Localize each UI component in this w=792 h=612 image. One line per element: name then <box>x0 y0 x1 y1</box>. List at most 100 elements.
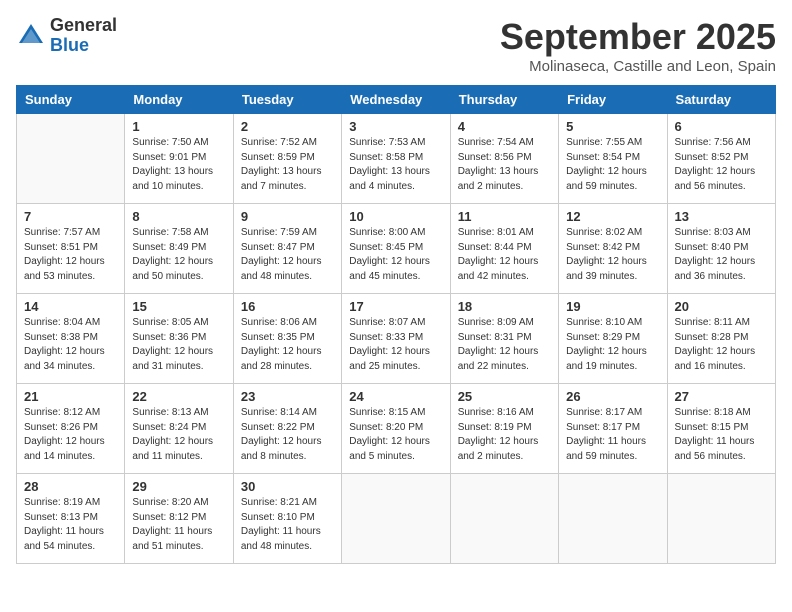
calendar-cell: 28 Sunrise: 8:19 AMSunset: 8:13 PMDayligh… <box>17 474 125 564</box>
col-saturday: Saturday <box>667 86 775 114</box>
calendar-cell <box>667 474 775 564</box>
day-number: 6 <box>675 119 768 134</box>
day-number: 10 <box>349 209 442 224</box>
calendar-body: 1 Sunrise: 7:50 AMSunset: 9:01 PMDaylight… <box>17 114 776 564</box>
calendar-cell: 25Sunrise: 8:16 AMSunset: 8:19 PMDayligh… <box>450 384 558 474</box>
logo-general: General <box>50 16 117 36</box>
day-number: 15 <box>132 299 225 314</box>
day-content: Sunrise: 7:58 AMSunset: 8:49 PMDaylight:… <box>132 226 225 284</box>
calendar-cell: 30Sunrise: 8:21 AMSunset: 8:10 PMDayligh… <box>233 474 341 564</box>
day-number: 22 <box>132 389 225 404</box>
col-sunday: Sunday <box>17 86 125 114</box>
day-content: Sunrise: 8:14 AMSunset: 8:22 PMDaylight:… <box>241 406 334 464</box>
col-tuesday: Tuesday <box>233 86 341 114</box>
calendar-cell: 24 Sunrise: 8:15 AMSunset: 8:20 PMDayligh… <box>342 384 450 474</box>
day-content: Sunrise: 8:15 AMSunset: 8:20 PMDaylight:… <box>349 406 442 464</box>
logo: General Blue <box>16 16 117 56</box>
calendar-cell: 4Sunrise: 7:54 AMSunset: 8:56 PMDaylight… <box>450 114 558 204</box>
day-number: 7 <box>24 209 117 224</box>
calendar-cell: 23Sunrise: 8:14 AMSunset: 8:22 PMDayligh… <box>233 384 341 474</box>
calendar-week-4: 21Sunrise: 8:12 AMSunset: 8:26 PMDayligh… <box>17 384 776 474</box>
day-content: Sunrise: 8:09 AMSunset: 8:31 PMDaylight:… <box>458 316 551 374</box>
calendar-cell: 10 Sunrise: 8:00 AMSunset: 8:45 PMDayligh… <box>342 204 450 294</box>
col-friday: Friday <box>559 86 667 114</box>
day-number: 18 <box>458 299 551 314</box>
calendar-cell: 6Sunrise: 7:56 AMSunset: 8:52 PMDaylight… <box>667 114 775 204</box>
calendar-cell <box>559 474 667 564</box>
day-content: Sunrise: 8:02 AMSunset: 8:42 PMDaylight:… <box>566 226 659 284</box>
day-number: 20 <box>675 299 768 314</box>
calendar-week-3: 14 Sunrise: 8:04 AMSunset: 8:38 PMDayligh… <box>17 294 776 384</box>
day-content: Sunrise: 8:20 AMSunset: 8:12 PMDaylight:… <box>132 496 225 554</box>
calendar-week-5: 28 Sunrise: 8:19 AMSunset: 8:13 PMDayligh… <box>17 474 776 564</box>
day-content: Sunrise: 8:03 AMSunset: 8:40 PMDaylight:… <box>675 226 768 284</box>
logo-icon <box>16 21 46 51</box>
calendar-table: Sunday Monday Tuesday Wednesday Thursday… <box>16 85 776 564</box>
day-content: Sunrise: 8:16 AMSunset: 8:19 PMDaylight:… <box>458 406 551 464</box>
day-number: 2 <box>241 119 334 134</box>
day-number: 11 <box>458 209 551 224</box>
day-number: 8 <box>132 209 225 224</box>
day-content: Sunrise: 7:53 AMSunset: 8:58 PMDaylight:… <box>349 136 442 194</box>
calendar-cell: 7Sunrise: 7:57 AMSunset: 8:51 PMDaylight… <box>17 204 125 294</box>
day-content: Sunrise: 8:12 AMSunset: 8:26 PMDaylight:… <box>24 406 117 464</box>
page-header: General Blue September 2025 Molinaseca, … <box>16 16 776 75</box>
day-content: Sunrise: 8:07 AMSunset: 8:33 PMDaylight:… <box>349 316 442 374</box>
day-content: Sunrise: 8:04 AMSunset: 8:38 PMDaylight:… <box>24 316 117 374</box>
col-thursday: Thursday <box>450 86 558 114</box>
day-content: Sunrise: 7:52 AMSunset: 8:59 PMDaylight:… <box>241 136 334 194</box>
day-content: Sunrise: 8:00 AMSunset: 8:45 PMDaylight:… <box>349 226 442 284</box>
header-row: Sunday Monday Tuesday Wednesday Thursday… <box>17 86 776 114</box>
calendar-cell: 17 Sunrise: 8:07 AMSunset: 8:33 PMDayligh… <box>342 294 450 384</box>
day-number: 17 <box>349 299 442 314</box>
day-content: Sunrise: 8:05 AMSunset: 8:36 PMDaylight:… <box>132 316 225 374</box>
calendar-cell: 2 Sunrise: 7:52 AMSunset: 8:59 PMDaylight… <box>233 114 341 204</box>
day-content: Sunrise: 7:50 AMSunset: 9:01 PMDaylight:… <box>132 136 225 194</box>
calendar-cell: 16 Sunrise: 8:06 AMSunset: 8:35 PMDayligh… <box>233 294 341 384</box>
day-content: Sunrise: 7:55 AMSunset: 8:54 PMDaylight:… <box>566 136 659 194</box>
day-content: Sunrise: 7:54 AMSunset: 8:56 PMDaylight:… <box>458 136 551 194</box>
calendar-cell: 19 Sunrise: 8:10 AMSunset: 8:29 PMDayligh… <box>559 294 667 384</box>
day-content: Sunrise: 8:01 AMSunset: 8:44 PMDaylight:… <box>458 226 551 284</box>
calendar-cell: 11 Sunrise: 8:01 AMSunset: 8:44 PMDayligh… <box>450 204 558 294</box>
title-area: September 2025 Molinaseca, Castille and … <box>500 16 776 75</box>
logo-text: General Blue <box>50 16 117 56</box>
day-content: Sunrise: 8:17 AMSunset: 8:17 PMDaylight:… <box>566 406 659 464</box>
day-number: 28 <box>24 479 117 494</box>
day-content: Sunrise: 8:06 AMSunset: 8:35 PMDaylight:… <box>241 316 334 374</box>
calendar-cell: 18 Sunrise: 8:09 AMSunset: 8:31 PMDayligh… <box>450 294 558 384</box>
day-number: 3 <box>349 119 442 134</box>
day-content: Sunrise: 8:21 AMSunset: 8:10 PMDaylight:… <box>241 496 334 554</box>
day-content: Sunrise: 8:18 AMSunset: 8:15 PMDaylight:… <box>675 406 768 464</box>
calendar-cell <box>342 474 450 564</box>
calendar-cell <box>450 474 558 564</box>
day-content: Sunrise: 7:59 AMSunset: 8:47 PMDaylight:… <box>241 226 334 284</box>
calendar-cell: 12 Sunrise: 8:02 AMSunset: 8:42 PMDayligh… <box>559 204 667 294</box>
col-wednesday: Wednesday <box>342 86 450 114</box>
calendar-cell: 13 Sunrise: 8:03 AMSunset: 8:40 PMDayligh… <box>667 204 775 294</box>
calendar-cell: 20Sunrise: 8:11 AMSunset: 8:28 PMDayligh… <box>667 294 775 384</box>
calendar-cell: 1 Sunrise: 7:50 AMSunset: 9:01 PMDaylight… <box>125 114 233 204</box>
day-number: 19 <box>566 299 659 314</box>
calendar-cell: 15 Sunrise: 8:05 AMSunset: 8:36 PMDayligh… <box>125 294 233 384</box>
calendar-cell: 5Sunrise: 7:55 AMSunset: 8:54 PMDaylight… <box>559 114 667 204</box>
day-number: 14 <box>24 299 117 314</box>
day-number: 26 <box>566 389 659 404</box>
calendar-week-1: 1 Sunrise: 7:50 AMSunset: 9:01 PMDaylight… <box>17 114 776 204</box>
day-number: 16 <box>241 299 334 314</box>
day-number: 12 <box>566 209 659 224</box>
calendar-cell: 14 Sunrise: 8:04 AMSunset: 8:38 PMDayligh… <box>17 294 125 384</box>
day-number: 9 <box>241 209 334 224</box>
day-number: 24 <box>349 389 442 404</box>
calendar-week-2: 7Sunrise: 7:57 AMSunset: 8:51 PMDaylight… <box>17 204 776 294</box>
calendar-cell: 27Sunrise: 8:18 AMSunset: 8:15 PMDayligh… <box>667 384 775 474</box>
day-number: 13 <box>675 209 768 224</box>
day-content: Sunrise: 8:10 AMSunset: 8:29 PMDaylight:… <box>566 316 659 374</box>
location: Molinaseca, Castille and Leon, Spain <box>500 58 776 75</box>
calendar-cell: 21Sunrise: 8:12 AMSunset: 8:26 PMDayligh… <box>17 384 125 474</box>
calendar-cell: 9 Sunrise: 7:59 AMSunset: 8:47 PMDaylight… <box>233 204 341 294</box>
day-number: 1 <box>132 119 225 134</box>
month-title: September 2025 <box>500 16 776 58</box>
day-content: Sunrise: 8:19 AMSunset: 8:13 PMDaylight:… <box>24 496 117 554</box>
calendar-cell: 29Sunrise: 8:20 AMSunset: 8:12 PMDayligh… <box>125 474 233 564</box>
